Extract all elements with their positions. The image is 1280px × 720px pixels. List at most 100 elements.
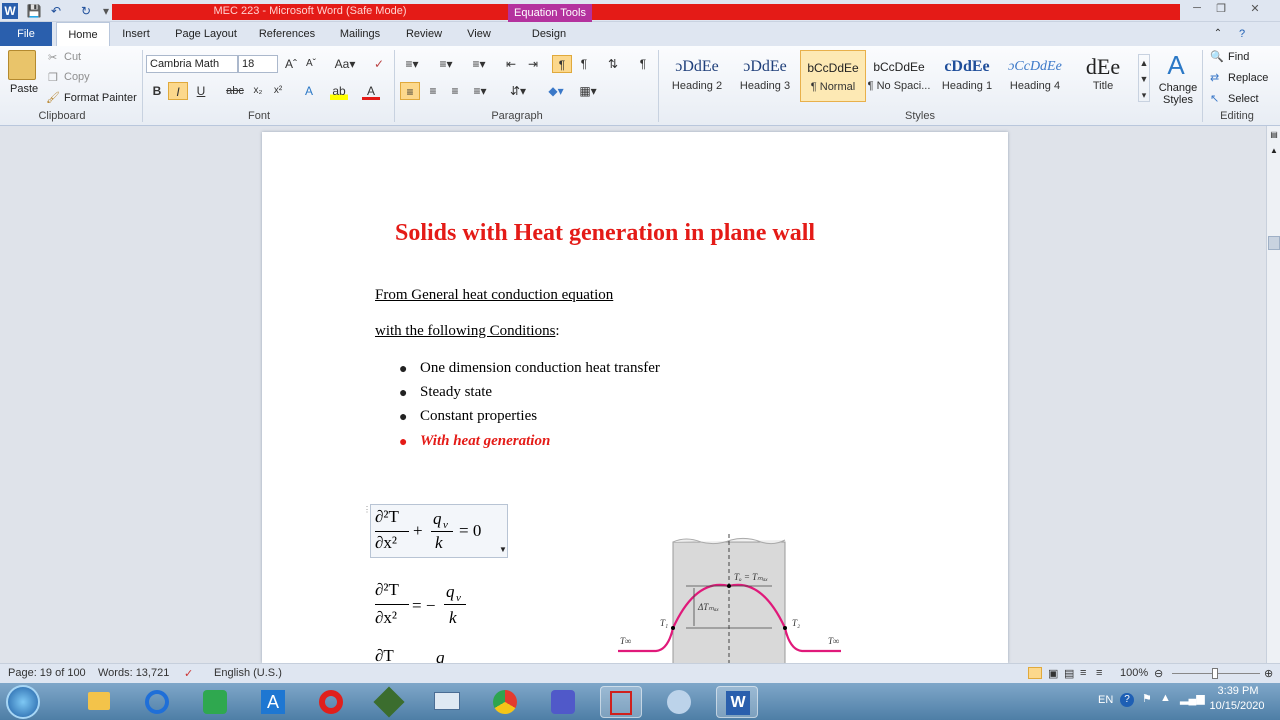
cut-button[interactable]: Cut [64,51,81,63]
undo-icon[interactable]: ↶ [48,3,64,19]
maximize-button[interactable]: ❐ [1210,2,1232,18]
tab-file[interactable]: File [0,22,52,46]
format-painter-button[interactable]: Format Painter [64,92,137,104]
zoom-out-icon[interactable]: ⊖ [1154,667,1163,680]
copy-button[interactable]: Copy [64,71,90,83]
change-styles-button[interactable]: Change Styles [1158,82,1198,106]
font-size-combo[interactable]: 18 [238,55,278,73]
network-app-icon[interactable] [426,686,468,718]
borders-icon[interactable]: ▦▾ [576,82,600,100]
tab-insert[interactable]: Insert [114,22,158,46]
multilevel-list-icon[interactable]: ≡▾ [466,55,492,73]
redo-icon[interactable]: ↻ [78,3,94,19]
numbering-icon[interactable]: ≡▾ [432,55,460,73]
file-explorer-icon[interactable] [78,686,120,718]
equation-options-icon[interactable]: ▼ [499,545,509,557]
tab-view[interactable]: View [460,22,498,46]
subscript-icon[interactable]: x₂ [250,82,266,100]
text-effects-icon[interactable]: A [300,82,318,100]
teams-icon[interactable] [542,686,584,718]
style-title[interactable]: dEe Title [1070,50,1136,102]
opera-icon[interactable] [310,686,352,718]
copy-icon[interactable]: ❐ [48,71,58,84]
word-taskbar-icon[interactable]: W [716,686,758,718]
align-right-icon[interactable]: ≡ [446,82,464,100]
underline-icon[interactable]: U [192,82,210,100]
format-painter-icon[interactable]: 🖌 [46,91,60,104]
align-center-icon[interactable]: ≡ [424,82,442,100]
change-case-icon[interactable]: Aa▾ [332,55,358,73]
outline-icon[interactable]: ≡ [1080,667,1086,679]
strikethrough-icon[interactable]: abc [224,82,246,100]
paste-button[interactable]: Paste [10,83,38,95]
scroll-up-icon[interactable]: ▲ [1269,146,1279,156]
transfer-app-icon[interactable] [194,686,236,718]
paint-icon[interactable] [658,686,700,718]
shrink-font-icon[interactable]: Aˇ [302,55,320,73]
font-color-icon[interactable]: A [362,82,380,100]
zoom-in-icon[interactable]: ⊕ [1264,667,1273,680]
minimize-ribbon-icon[interactable]: ⌃ [1210,25,1226,43]
decrease-indent-icon[interactable]: ⇤ [502,55,520,73]
superscript-icon[interactable]: x² [270,82,286,100]
justify-icon[interactable]: ≡▾ [468,82,492,100]
zoom-level[interactable]: 100% [1120,667,1148,679]
increase-indent-icon[interactable]: ⇥ [524,55,542,73]
proofing-icon[interactable]: ✓ [184,667,193,680]
show-marks-icon[interactable]: ¶ [634,55,652,73]
word-count[interactable]: Words: 13,721 [98,667,169,679]
clock-date[interactable]: 10/15/2020 [1206,700,1268,712]
minimize-button[interactable]: ─ [1186,2,1208,18]
tab-references[interactable]: References [254,22,320,46]
zoom-slider-handle[interactable] [1212,668,1218,679]
clear-formatting-icon[interactable]: ✓ [370,55,388,73]
vertical-scrollbar[interactable]: ▤ ▲ [1266,126,1280,663]
skype-icon[interactable] [136,686,178,718]
shading-icon[interactable]: ◆▾ [544,82,568,100]
select-icon[interactable]: ↖ [1210,92,1219,105]
chrome-icon[interactable] [484,686,526,718]
replace-icon[interactable]: ⇄ [1210,71,1219,84]
clock-time[interactable]: 3:39 PM [1210,685,1266,697]
pdf-reader-icon[interactable] [600,686,642,718]
flag-icon[interactable]: ⚑ [1142,692,1152,705]
full-screen-icon[interactable]: ▣ [1048,667,1058,680]
autocad-icon[interactable]: A [252,686,294,718]
close-button[interactable]: ✕ [1244,2,1266,18]
tab-mailings[interactable]: Mailings [332,22,388,46]
select-button[interactable]: Select [1228,93,1259,105]
save-icon[interactable]: 💾 [26,3,42,19]
ruler-toggle-icon[interactable]: ▤ [1269,130,1279,140]
bold-icon[interactable]: B [148,82,166,100]
style-heading-4[interactable]: ɔCcDdEe Heading 4 [1002,50,1068,102]
style-heading-3[interactable]: ɔDdEe Heading 3 [732,50,798,102]
app-icon[interactable] [368,686,410,718]
find-icon[interactable]: 🔍 [1210,50,1224,63]
language-indicator[interactable]: English (U.S.) [214,667,282,679]
rtl-text-icon[interactable]: ¶ [576,55,592,73]
line-spacing-icon[interactable]: ⇵▾ [506,82,530,100]
change-styles-icon[interactable]: A [1160,50,1192,80]
input-language[interactable]: EN [1098,694,1113,706]
web-layout-icon[interactable]: ▤ [1064,667,1074,680]
style-heading-2[interactable]: ɔDdEe Heading 2 [664,50,730,102]
ltr-text-icon[interactable]: ¶ [552,55,572,73]
page-count[interactable]: Page: 19 of 100 [8,667,86,679]
tab-home[interactable]: Home [56,22,110,46]
scroll-thumb[interactable] [1268,236,1280,250]
equation-box[interactable]: ⋮ ∂²T ∂x² + q v k = 0 ▼ [363,504,509,558]
draft-icon[interactable]: ≡ [1096,667,1102,679]
tab-review[interactable]: Review [400,22,448,46]
print-layout-icon[interactable] [1028,667,1042,679]
grow-font-icon[interactable]: Aˆ [282,55,300,73]
styles-scroll-icon[interactable]: ▲ ▼ ▾ [1138,54,1150,102]
help-tray-icon[interactable]: ? [1120,693,1134,707]
word-logo-icon[interactable]: W [2,3,18,19]
bullets-icon[interactable]: ≡▾ [400,55,424,73]
replace-button[interactable]: Replace [1228,72,1268,84]
start-button[interactable] [6,685,40,719]
italic-icon[interactable]: I [168,82,188,100]
cut-icon[interactable]: ✂ [48,51,57,64]
help-icon[interactable]: ? [1234,25,1250,43]
find-button[interactable]: Find [1228,51,1249,63]
